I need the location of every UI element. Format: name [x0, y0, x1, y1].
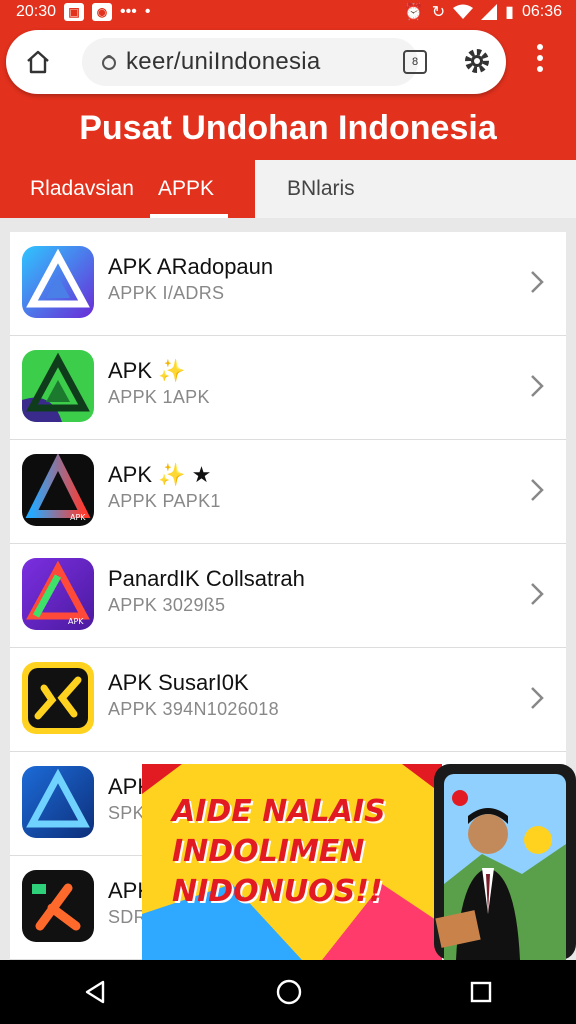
app-subtitle: APPK PAPK1	[108, 491, 221, 511]
chat-notification-icon: ◉	[92, 3, 113, 21]
apk-prism-purple-icon: APK	[22, 558, 94, 630]
home-button[interactable]	[20, 44, 56, 80]
svg-text:APK: APK	[70, 513, 86, 522]
gear-icon	[465, 49, 489, 73]
signal-icon	[481, 4, 498, 20]
status-time-right: 06:36	[521, 3, 562, 20]
apk-x-yellow-icon	[22, 662, 94, 734]
home-icon	[27, 50, 49, 74]
site-info-icon	[102, 55, 116, 70]
category-tabs: Rladavsian APPK BNlaris	[0, 160, 576, 218]
app-title: APK ✨	[108, 358, 186, 383]
app-title: APK ✨ ★	[108, 462, 212, 487]
home-circle-icon[interactable]	[275, 978, 303, 1006]
app-subtitle: APPK 1APK	[108, 387, 210, 407]
list-item[interactable]: APK PanardIK Collsatrah APPK 3029ß5	[10, 544, 566, 648]
ad-line-3: NIDONUOS!!	[172, 874, 383, 909]
svg-text:APK: APK	[68, 617, 84, 626]
app-subtitle: APPK 3029ß5	[108, 595, 226, 615]
apk-prism-black-icon: APK	[22, 454, 94, 526]
ad-line-2: INDOLIMEN	[172, 834, 365, 869]
app-title: PanardIK Collsatrah	[108, 566, 305, 591]
list-item[interactable]: APK SusarI0K APPK 394N1026018	[10, 648, 566, 752]
list-item[interactable]: APK APK ✨ ★ APPK PAPK1	[10, 440, 566, 544]
status-bar: 20:30 ▣ ◉ ••• • ⏰ ↻ ▮ 06:36	[0, 0, 576, 24]
ad-line-1: AIDE NALAIS	[172, 794, 386, 829]
ad-banner[interactable]: AIDE NALAIS INDOLIMEN NIDONUOS!!	[142, 764, 576, 960]
notification-icon: ▣	[64, 3, 85, 21]
tab-switcher-button[interactable]: 8	[403, 50, 427, 74]
settings-button[interactable]	[462, 46, 492, 81]
app-subtitle: APPK I/ADRS	[108, 283, 225, 303]
dot-indicator-icon: •	[144, 3, 151, 20]
recents-icon[interactable]	[469, 980, 493, 1004]
tab-rladavsian[interactable]: Rladavsian	[30, 160, 134, 218]
battery-icon: ▮	[505, 4, 514, 21]
tab-bnlaris[interactable]: BNlaris	[287, 160, 355, 218]
sync-icon: ↻	[431, 4, 446, 21]
url-text: keer/uniIndonesia	[126, 48, 321, 75]
apk-prism-green-icon	[22, 350, 94, 422]
app-subtitle: SPK	[108, 803, 145, 823]
more-notifications-icon: •••	[120, 3, 137, 20]
chevron-right-icon	[531, 583, 544, 605]
list-item[interactable]: APK ✨ APPK 1APK	[10, 336, 566, 440]
chevron-right-icon	[531, 479, 544, 501]
overflow-menu-icon[interactable]	[530, 44, 550, 84]
apk-prism-darkblue-icon	[22, 766, 94, 838]
system-nav-bar	[0, 960, 576, 1024]
ad-banner-text: AIDE NALAIS INDOLIMEN NIDONUOS!!	[172, 792, 432, 912]
back-icon[interactable]	[83, 979, 109, 1005]
alarm-icon: ⏰	[403, 4, 424, 21]
url-input[interactable]: keer/uniIndonesia	[82, 38, 418, 86]
status-time: 20:30	[16, 3, 57, 20]
app-title: APK SusarI0K	[108, 670, 249, 695]
apk-k-black-icon	[22, 870, 94, 942]
chevron-right-icon	[531, 375, 544, 397]
apk-prism-blue-icon	[22, 246, 94, 318]
active-tab-indicator	[150, 214, 228, 218]
tab-appk[interactable]: APPK	[158, 160, 214, 218]
wifi-icon	[453, 4, 474, 19]
page-title: Pusat Undohan Indonesia	[79, 109, 497, 147]
app-title: APK ARadopaun	[108, 254, 274, 279]
chevron-right-icon	[531, 687, 544, 709]
address-bar-container: keer/uniIndonesia 8	[6, 30, 506, 94]
browser-toolbar: keer/uniIndonesia 8	[0, 24, 576, 110]
list-item[interactable]: APK ARadopaun APPK I/ADRS	[10, 232, 566, 336]
app-subtitle: APPK 394N1026018	[108, 699, 279, 719]
chevron-right-icon	[531, 271, 544, 293]
page-header: Pusat Undohan Indonesia	[0, 110, 576, 160]
